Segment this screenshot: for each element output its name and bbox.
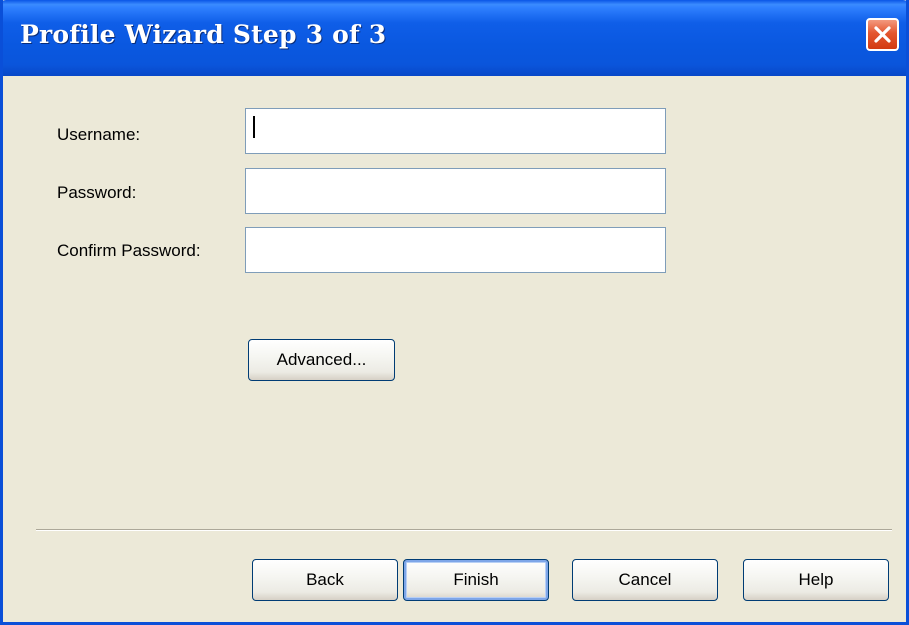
title-bar[interactable]: Profile Wizard Step 3 of 3 [3,0,906,76]
footer-separator [36,529,892,531]
password-label: Password: [57,183,137,202]
username-label: Username: [57,125,141,144]
username-input[interactable] [245,108,666,154]
window-title: Profile Wizard Step 3 of 3 [20,20,387,49]
help-button[interactable]: Help [743,559,889,601]
confirm-password-input[interactable] [245,227,666,273]
advanced-button[interactable]: Advanced... [248,339,395,381]
password-input[interactable] [245,168,666,214]
profile-wizard-dialog: Profile Wizard Step 3 of 3 Username: Pas… [0,0,909,625]
back-button[interactable]: Back [252,559,398,601]
text-caret [253,116,255,138]
close-icon [873,25,892,44]
close-button[interactable] [866,18,899,51]
confirm-password-label: Confirm Password: [57,241,201,260]
finish-button[interactable]: Finish [403,559,549,601]
cancel-button[interactable]: Cancel [572,559,718,601]
